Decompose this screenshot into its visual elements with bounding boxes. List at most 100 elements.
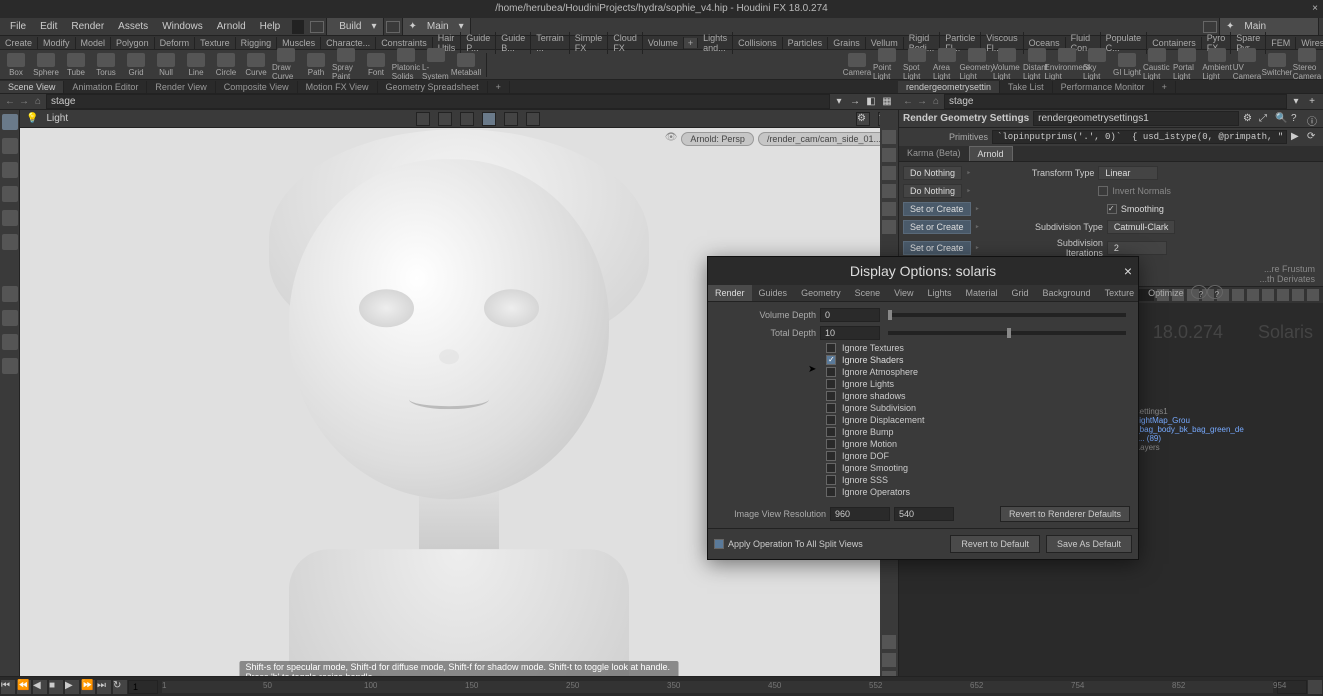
home-icon[interactable]: ⌂ bbox=[32, 96, 44, 108]
shelf-tab[interactable]: Containers bbox=[1147, 37, 1202, 49]
shelf-tab[interactable]: Vellum bbox=[866, 37, 904, 49]
tool-curve[interactable]: Curve bbox=[242, 53, 270, 77]
path-icon[interactable]: ▾ bbox=[832, 95, 846, 109]
tool-metaball[interactable]: Metaball bbox=[452, 53, 480, 77]
param-mode-dropdown[interactable]: Set or Create bbox=[903, 220, 971, 234]
dialog-tab-lights[interactable]: Lights bbox=[920, 285, 958, 301]
tool-switcher[interactable]: Switcher bbox=[1263, 53, 1291, 77]
dialog-tab-grid[interactable]: Grid bbox=[1005, 285, 1036, 301]
param-value[interactable]: Catmull-Clark bbox=[1107, 220, 1176, 234]
realtime-icon[interactable] bbox=[1308, 680, 1322, 694]
gear-icon[interactable]: ⚙ bbox=[1243, 113, 1255, 125]
disp-icon-b2[interactable] bbox=[882, 653, 896, 667]
tool-sky-light[interactable]: Sky Light bbox=[1083, 48, 1111, 81]
menu-assets[interactable]: Assets bbox=[112, 19, 154, 34]
find-icon[interactable]: ⤢ bbox=[1259, 113, 1271, 125]
volume-depth-slider[interactable] bbox=[888, 313, 1126, 317]
tool-box[interactable]: Box bbox=[2, 53, 30, 77]
menu-file[interactable]: File bbox=[4, 19, 32, 34]
shelf-tab[interactable]: Terrain ... bbox=[531, 32, 570, 54]
current-frame-input[interactable] bbox=[128, 680, 158, 694]
shelf-tab[interactable]: Simple FX bbox=[570, 32, 609, 54]
shelf-tab[interactable]: Grains bbox=[828, 37, 866, 49]
vp-btn-2[interactable] bbox=[438, 112, 452, 126]
scale-tool-icon[interactable] bbox=[2, 210, 18, 226]
save-default-button[interactable]: Save As Default bbox=[1046, 535, 1132, 553]
pose-tool-icon[interactable] bbox=[2, 234, 18, 250]
shelf-tab[interactable]: Volume bbox=[643, 37, 684, 49]
help-icon[interactable]: ? bbox=[1207, 285, 1223, 299]
pane-tab[interactable]: Take List bbox=[1000, 81, 1053, 93]
shelf-tab[interactable]: Guide P... bbox=[461, 32, 496, 54]
menu-render[interactable]: Render bbox=[65, 19, 110, 34]
checkbox-ignore-shaders[interactable] bbox=[826, 355, 836, 365]
pane-tab[interactable]: Motion FX View bbox=[298, 81, 378, 93]
tool-torus[interactable]: Torus bbox=[92, 53, 120, 77]
tool-area-light[interactable]: Area Light bbox=[933, 48, 961, 81]
shelf-tab[interactable]: Modify bbox=[38, 37, 76, 49]
shelf-tab[interactable]: Particles bbox=[783, 37, 829, 49]
prev-key-icon[interactable]: ⏪ bbox=[17, 680, 31, 694]
dialog-tab-scene[interactable]: Scene bbox=[848, 285, 888, 301]
shelf-tab[interactable]: Muscles bbox=[277, 37, 321, 49]
node-name-input[interactable] bbox=[1033, 111, 1239, 126]
pane-tab[interactable]: Animation Editor bbox=[64, 81, 147, 93]
tab-karma[interactable]: Karma (Beta) bbox=[899, 146, 969, 161]
dialog-tab-geometry[interactable]: Geometry bbox=[794, 285, 848, 301]
tool-spray-paint[interactable]: Spray Paint bbox=[332, 48, 360, 81]
param-value[interactable]: Linear bbox=[1098, 166, 1158, 180]
shelf-tab[interactable]: Polygon bbox=[111, 37, 155, 49]
param-checkbox[interactable] bbox=[1098, 186, 1108, 196]
gear-icon[interactable]: ⚙ bbox=[856, 112, 870, 126]
tool-caustic-light[interactable]: Caustic Light bbox=[1143, 48, 1171, 81]
pane-tab[interactable]: Performance Monitor bbox=[1053, 81, 1154, 93]
checkbox-ignore-textures[interactable] bbox=[826, 343, 836, 353]
tool-volume-light[interactable]: Volume Light bbox=[993, 48, 1021, 81]
shelf-tab[interactable]: Model bbox=[76, 37, 112, 49]
arrow-icon[interactable]: ▶ bbox=[1291, 131, 1303, 143]
shelf-tab[interactable]: Characte... bbox=[321, 37, 376, 49]
menu-edit[interactable]: Edit bbox=[34, 19, 63, 34]
last-frame-icon[interactable]: ⏭ bbox=[97, 680, 111, 694]
disp-icon-4[interactable] bbox=[882, 184, 896, 198]
close-icon[interactable]: × bbox=[1124, 263, 1132, 279]
tool-portal-light[interactable]: Portal Light bbox=[1173, 48, 1201, 81]
tool-gi-light[interactable]: GI Light bbox=[1113, 53, 1141, 77]
primitives-input[interactable] bbox=[992, 130, 1287, 144]
disp-icon-2[interactable] bbox=[882, 148, 896, 162]
tool-ambient-light[interactable]: Ambient Light bbox=[1203, 48, 1231, 81]
eye-icon[interactable]: 👁 bbox=[665, 132, 678, 146]
first-frame-icon[interactable]: ⏮ bbox=[1, 680, 15, 694]
loop-icon[interactable]: ↻ bbox=[113, 680, 127, 694]
shelf-tab[interactable]: Cloud FX bbox=[608, 32, 643, 54]
vp-btn-3[interactable] bbox=[460, 112, 474, 126]
dialog-title[interactable]: Display Options: solaris × bbox=[708, 257, 1138, 285]
rotate-tool-icon[interactable] bbox=[2, 186, 18, 202]
tool-grid[interactable]: Grid bbox=[122, 53, 150, 77]
apply-split-checkbox[interactable] bbox=[714, 539, 724, 549]
lock-tool-icon[interactable] bbox=[2, 138, 18, 154]
add-pane-icon[interactable]: + bbox=[488, 81, 510, 93]
volume-depth-input[interactable] bbox=[820, 308, 880, 322]
param-path-field[interactable]: stage bbox=[944, 94, 1287, 109]
pane-tab[interactable]: Composite View bbox=[216, 81, 298, 93]
vp-btn-6[interactable] bbox=[526, 112, 540, 126]
checkbox-ignore-atmosphere[interactable] bbox=[826, 367, 836, 377]
checkbox-ignore-subdivision[interactable] bbox=[826, 403, 836, 413]
total-depth-slider[interactable] bbox=[888, 331, 1126, 335]
scene-path-field[interactable]: stage bbox=[46, 94, 830, 109]
play-rev-icon[interactable]: ◀ bbox=[33, 680, 47, 694]
dialog-tab-background[interactable]: Background bbox=[1036, 285, 1098, 301]
shelf-tab[interactable]: Rigging bbox=[236, 37, 278, 49]
path-icon[interactable]: ▾ bbox=[1289, 95, 1303, 109]
back-icon[interactable]: ← bbox=[902, 96, 914, 108]
menu-arnold[interactable]: Arnold bbox=[211, 19, 252, 34]
shelf-tab[interactable]: Collisions bbox=[733, 37, 783, 49]
path-icon2[interactable]: + bbox=[1305, 95, 1319, 109]
fwd-icon[interactable]: → bbox=[916, 96, 928, 108]
disp-icon-6[interactable] bbox=[882, 220, 896, 234]
checkbox-ignore-dof[interactable] bbox=[826, 451, 836, 461]
search-icon[interactable]: 🔍 bbox=[1275, 113, 1287, 125]
tool-sphere[interactable]: Sphere bbox=[32, 53, 60, 77]
pin-icon-2[interactable] bbox=[386, 21, 400, 33]
